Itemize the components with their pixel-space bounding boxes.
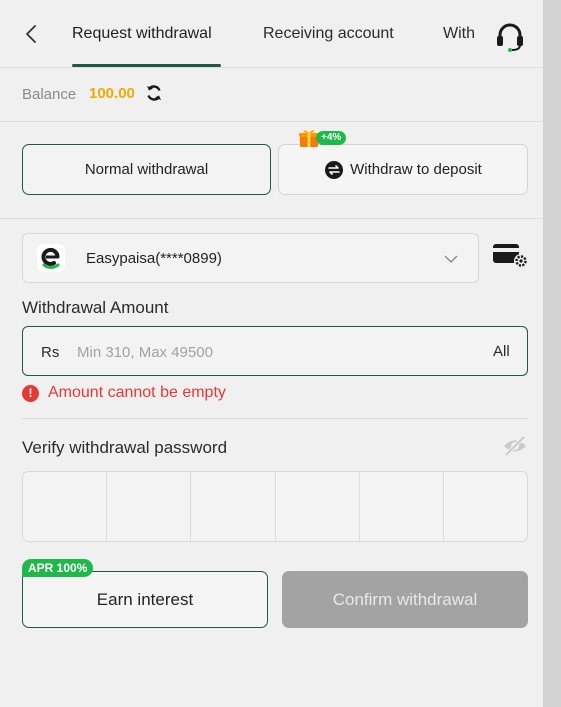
amount-input[interactable] bbox=[77, 339, 477, 365]
withdrawal-screen: Request withdrawal Receiving account Wit… bbox=[0, 0, 543, 707]
pin-digit-2[interactable] bbox=[107, 472, 192, 541]
active-tab-indicator bbox=[72, 64, 221, 67]
card-settings-icon[interactable] bbox=[492, 243, 528, 269]
easypaisa-logo bbox=[37, 244, 65, 272]
error-icon: ! bbox=[22, 384, 39, 402]
confirm-withdrawal-button[interactable]: Confirm withdrawal bbox=[282, 571, 528, 628]
password-pin-input bbox=[22, 471, 528, 542]
withdrawal-mode-section: Normal withdrawal Withdraw to deposit bbox=[0, 122, 543, 219]
pin-digit-6[interactable] bbox=[444, 472, 527, 541]
amount-field: Rs All bbox=[22, 326, 528, 376]
pin-digit-5[interactable] bbox=[360, 472, 444, 541]
normal-withdrawal-button[interactable]: Normal withdrawal bbox=[22, 144, 271, 195]
pin-digit-1[interactable] bbox=[23, 472, 108, 541]
tab-withdrawal-records[interactable]: With bbox=[443, 25, 475, 43]
chevron-down-icon bbox=[444, 255, 458, 263]
pin-digit-3[interactable] bbox=[191, 472, 276, 541]
all-amount-button[interactable]: All bbox=[493, 343, 510, 360]
normal-withdrawal-label: Normal withdrawal bbox=[84, 161, 209, 178]
confirm-withdrawal-label: Confirm withdrawal bbox=[332, 589, 478, 609]
withdrawal-password-label: Verify withdrawal password bbox=[22, 438, 228, 457]
deposit-bonus-badge: +4% bbox=[316, 131, 347, 145]
tab-request-withdrawal[interactable]: Request withdrawal bbox=[72, 25, 212, 43]
page-edge bbox=[543, 0, 561, 707]
divider bbox=[22, 418, 528, 419]
headset-icon[interactable] bbox=[494, 22, 526, 52]
pin-digit-4[interactable] bbox=[276, 472, 360, 541]
selected-account-label: Easypaisa(****0899) bbox=[86, 250, 222, 267]
back-arrow-icon[interactable] bbox=[20, 22, 44, 46]
apr-badge: APR 100% bbox=[22, 559, 94, 577]
header: Request withdrawal Receiving account Wit… bbox=[0, 0, 543, 68]
balance-label: Balance bbox=[22, 86, 77, 103]
earn-interest-button[interactable]: Earn interest bbox=[22, 571, 268, 628]
receiving-account-select[interactable]: Easypaisa(****0899) bbox=[22, 233, 479, 283]
currency-label: Rs bbox=[41, 344, 60, 361]
earn-interest-label: Earn interest bbox=[96, 589, 194, 609]
withdraw-to-deposit-button[interactable]: Withdraw to deposit bbox=[278, 144, 528, 195]
refresh-icon[interactable] bbox=[145, 84, 163, 102]
withdrawal-amount-label: Withdrawal Amount bbox=[22, 298, 169, 317]
amount-error: ! Amount cannot be empty bbox=[22, 383, 226, 403]
eye-off-icon[interactable] bbox=[502, 435, 528, 457]
withdraw-to-deposit-label: Withdraw to deposit bbox=[350, 161, 482, 178]
tab-receiving-account[interactable]: Receiving account bbox=[263, 25, 394, 43]
balance-amount: 100.00 bbox=[89, 85, 135, 102]
amount-error-text: Amount cannot be empty bbox=[48, 384, 226, 401]
balance-row: Balance 100.00 bbox=[0, 68, 543, 122]
swap-icon bbox=[325, 160, 344, 179]
